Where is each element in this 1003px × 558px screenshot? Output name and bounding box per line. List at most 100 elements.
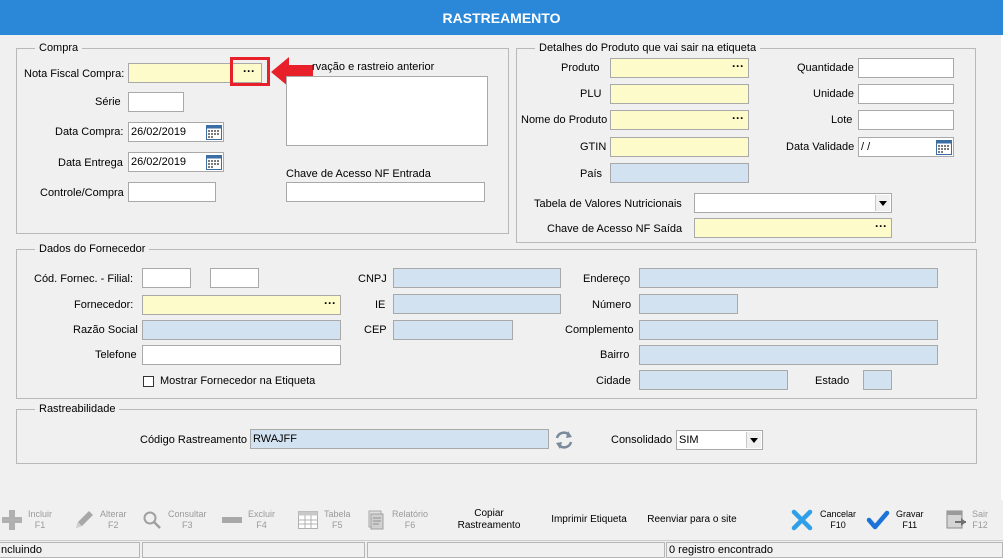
fornecedor-label: Fornecedor: bbox=[74, 299, 134, 311]
chevron-down-icon[interactable] bbox=[875, 195, 890, 211]
calendar-icon[interactable] bbox=[936, 139, 952, 155]
exit-icon bbox=[944, 508, 968, 532]
incluir-button[interactable]: Incluir F1 bbox=[0, 500, 60, 540]
cidade-label: Cidade bbox=[596, 375, 631, 387]
alterar-button[interactable]: Alterar F2 bbox=[72, 500, 132, 540]
nome-produto-lookup-button[interactable]: ··· bbox=[732, 111, 744, 125]
tabela-nutricional-label: Tabela de Valores Nutricionais bbox=[534, 198, 682, 210]
quantidade-label: Quantidade bbox=[797, 62, 854, 74]
unidade-input[interactable] bbox=[858, 84, 954, 104]
endereco-input[interactable] bbox=[639, 268, 938, 288]
compra-legend: Compra bbox=[35, 42, 83, 54]
data-validade-label: Data Validade bbox=[786, 141, 855, 153]
codigo-rastreamento-label: Código Rastreamento bbox=[140, 434, 248, 446]
razao-social-input[interactable] bbox=[142, 320, 341, 340]
calendar-icon[interactable] bbox=[206, 154, 222, 170]
produto-input[interactable]: ··· bbox=[610, 58, 749, 78]
pencil-icon bbox=[72, 508, 96, 532]
ie-input[interactable] bbox=[393, 294, 561, 314]
gtin-input[interactable] bbox=[610, 137, 749, 157]
complemento-label: Complemento bbox=[565, 324, 634, 336]
chave-saida-input[interactable]: ··· bbox=[694, 218, 892, 238]
status-mode: ncluindo bbox=[0, 542, 140, 558]
razao-social-label: Razão Social bbox=[73, 324, 138, 336]
imprimir-etiqueta-label: Imprimir Etiqueta bbox=[551, 514, 627, 525]
cancelar-label: Cancelar F10 bbox=[820, 509, 857, 530]
chave-entrada-input[interactable] bbox=[286, 182, 485, 202]
data-entrega-label: Data Entrega bbox=[58, 157, 123, 169]
consolidado-select[interactable]: SIM bbox=[676, 430, 763, 450]
chevron-down-icon[interactable] bbox=[746, 432, 761, 448]
alterar-label: Alterar F2 bbox=[100, 509, 127, 530]
status-cell-3 bbox=[367, 542, 665, 558]
cep-input[interactable] bbox=[393, 320, 513, 340]
plus-icon bbox=[0, 508, 24, 532]
complemento-input[interactable] bbox=[639, 320, 938, 340]
serie-label: Série bbox=[95, 96, 121, 108]
data-entrega-input[interactable]: 26/02/2019 bbox=[128, 152, 224, 172]
data-validade-input[interactable]: / / bbox=[858, 137, 954, 157]
observacao-label: rvação e rastreio anterior bbox=[312, 61, 435, 73]
observacao-textarea[interactable] bbox=[286, 76, 488, 146]
search-icon bbox=[140, 508, 164, 532]
excluir-label: Excluir F4 bbox=[248, 509, 276, 530]
bairro-input[interactable] bbox=[639, 345, 938, 365]
sair-button[interactable]: Sair F12 bbox=[944, 500, 1003, 540]
unidade-label: Unidade bbox=[813, 88, 854, 100]
gravar-button[interactable]: Gravar F11 bbox=[866, 500, 930, 540]
cnpj-input[interactable] bbox=[393, 268, 561, 288]
chave-saida-lookup-button[interactable]: ··· bbox=[875, 219, 887, 233]
cnpj-label: CNPJ bbox=[358, 273, 387, 285]
cod-fornecedor-input[interactable] bbox=[142, 268, 191, 288]
excluir-button[interactable]: Excluir F4 bbox=[220, 500, 282, 540]
bairro-label: Bairro bbox=[600, 349, 630, 361]
telefone-input[interactable] bbox=[142, 345, 341, 365]
quantidade-input[interactable] bbox=[858, 58, 954, 78]
pais-input[interactable] bbox=[610, 163, 749, 183]
cod-fornecedor-label: Cód. Fornec. - Filial: bbox=[34, 273, 134, 285]
produto-lookup-button[interactable]: ··· bbox=[732, 59, 744, 73]
highlight-box bbox=[230, 57, 270, 86]
tabela-label: Tabela F5 bbox=[324, 509, 351, 530]
produto-label: Produto bbox=[561, 62, 600, 74]
gtin-label: GTIN bbox=[580, 141, 607, 153]
relatorio-button[interactable]: Relatório F6 bbox=[364, 500, 434, 540]
mostrar-fornecedor-checkbox[interactable] bbox=[143, 376, 154, 387]
serie-input[interactable] bbox=[128, 92, 184, 112]
estado-input[interactable] bbox=[863, 370, 892, 390]
report-icon bbox=[364, 508, 388, 532]
telefone-label: Telefone bbox=[95, 349, 137, 361]
fornecedor-lookup-button[interactable]: ··· bbox=[324, 296, 336, 310]
imprimir-etiqueta-button[interactable]: Imprimir Etiqueta bbox=[544, 500, 634, 540]
endereco-label: Endereço bbox=[583, 273, 631, 285]
status-cell-2 bbox=[142, 542, 365, 558]
cidade-input[interactable] bbox=[639, 370, 788, 390]
tabela-button[interactable]: Tabela F5 bbox=[296, 500, 356, 540]
controle-input[interactable] bbox=[128, 182, 216, 202]
fornecedor-input[interactable]: ··· bbox=[142, 295, 341, 315]
plu-input[interactable] bbox=[610, 84, 749, 104]
refresh-icon[interactable] bbox=[554, 430, 574, 450]
status-records: 0 registro encontrado bbox=[666, 542, 1003, 558]
numero-label: Número bbox=[592, 299, 632, 311]
numero-input[interactable] bbox=[639, 294, 738, 314]
reenviar-site-label: Reenviar para o site bbox=[647, 514, 737, 525]
nome-produto-input[interactable]: ··· bbox=[610, 110, 749, 130]
codigo-rastreamento-input[interactable]: RWAJFF bbox=[250, 429, 549, 449]
lote-input[interactable] bbox=[858, 110, 954, 130]
filial-input[interactable] bbox=[210, 268, 259, 288]
incluir-label: Incluir F1 bbox=[28, 509, 53, 530]
window-title: RASTREAMENTO bbox=[442, 9, 561, 26]
reenviar-site-button[interactable]: Reenviar para o site bbox=[642, 500, 742, 540]
copiar-rastreamento-button[interactable]: Copiar Rastreamento bbox=[454, 500, 524, 540]
close-icon bbox=[790, 508, 814, 532]
cancelar-button[interactable]: Cancelar F10 bbox=[790, 500, 860, 540]
controle-label: Controle/Compra bbox=[40, 187, 124, 199]
consultar-button[interactable]: Consultar F3 bbox=[140, 500, 210, 540]
calendar-icon[interactable] bbox=[206, 124, 222, 140]
relatorio-label: Relatório F6 bbox=[392, 509, 429, 530]
data-compra-input[interactable]: 26/02/2019 bbox=[128, 122, 224, 142]
tabela-nutricional-select[interactable] bbox=[694, 193, 892, 213]
lote-label: Lote bbox=[831, 114, 853, 126]
pais-label: País bbox=[580, 168, 603, 180]
